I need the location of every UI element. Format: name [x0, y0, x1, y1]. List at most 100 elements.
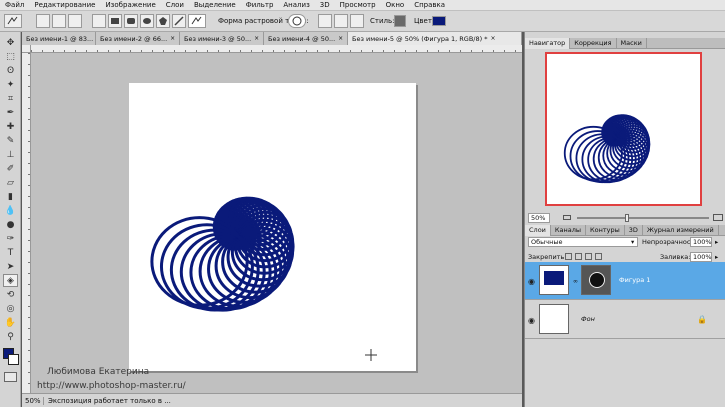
custom-shape-button[interactable]	[188, 14, 206, 28]
opacity-field[interactable]: 100%	[690, 237, 712, 247]
crop-tool[interactable]: ⌗	[3, 92, 18, 105]
tab-channels[interactable]: Каналы	[551, 225, 587, 236]
layer-name[interactable]: Фон	[581, 315, 595, 323]
blur-tool[interactable]: 💧	[3, 204, 18, 217]
zoom-out-icon[interactable]	[563, 215, 571, 220]
path-selection-tool[interactable]: ➤	[3, 260, 18, 273]
tab-paths[interactable]: Контуры	[586, 225, 625, 236]
rectangle-tool-button[interactable]	[108, 14, 122, 28]
pen-tool-button[interactable]	[92, 14, 106, 28]
menu-layers[interactable]: Слои	[161, 0, 189, 11]
ruler-horizontal[interactable]	[31, 45, 522, 53]
combine-intersect-button[interactable]	[350, 14, 364, 28]
layer-name[interactable]: Фигура 1	[619, 276, 650, 284]
brush-tool[interactable]: ✎	[3, 134, 18, 147]
marquee-tool[interactable]: ⬚	[3, 50, 18, 63]
lock-image-icon[interactable]	[575, 253, 582, 260]
tool-preset-picker[interactable]	[4, 14, 22, 28]
healing-tool[interactable]: ✚	[3, 120, 18, 133]
magic-wand-tool[interactable]: ✦	[3, 78, 18, 91]
close-icon[interactable]: ×	[170, 35, 175, 42]
canvas-area[interactable]: Любимова Екатерина http://www.photoshop-…	[31, 53, 522, 393]
stamp-tool[interactable]: ⊥	[3, 148, 18, 161]
custom-shape-tool[interactable]: ◈	[3, 274, 18, 287]
eraser-tool[interactable]: ▱	[3, 176, 18, 189]
3d-camera-tool[interactable]: ◎	[3, 302, 18, 315]
ruler-corner[interactable]	[22, 45, 31, 53]
menu-window[interactable]: Окно	[381, 0, 410, 11]
paths-button[interactable]	[52, 14, 66, 28]
zoom-tool[interactable]: ⚲	[3, 330, 18, 343]
close-icon[interactable]: ×	[254, 35, 259, 42]
zoom-slider-handle[interactable]	[625, 214, 629, 222]
tab-layers[interactable]: Слои	[525, 225, 551, 236]
tab-3d[interactable]: 3D	[625, 225, 643, 236]
link-icon[interactable]: ∞	[573, 278, 578, 285]
status-info[interactable]: Экспозиция работает только в ...	[44, 397, 171, 405]
menu-file[interactable]: Файл	[0, 0, 29, 11]
document-canvas[interactable]	[129, 83, 416, 371]
zoom-slider[interactable]	[577, 217, 709, 219]
dodge-tool[interactable]: ●	[3, 218, 18, 231]
close-icon[interactable]: ×	[338, 35, 343, 42]
tab-document-5[interactable]: Без имени-5 @ 50% (Фигура 1, RGB/8) * ×	[348, 32, 522, 45]
eyedropper-tool[interactable]: ✒	[3, 106, 18, 119]
navigator-preview[interactable]	[545, 52, 702, 206]
menu-view[interactable]: Просмотр	[335, 0, 381, 11]
menu-analysis[interactable]: Анализ	[278, 0, 314, 11]
pen-tool[interactable]: ✑	[3, 232, 18, 245]
ellipse-button[interactable]	[140, 14, 154, 28]
menu-filter[interactable]: Фильтр	[241, 0, 279, 11]
close-icon[interactable]: ×	[490, 35, 495, 42]
layer-row-shape-1[interactable]: ◉ ∞ Фигура 1	[525, 262, 725, 300]
style-swatch[interactable]	[394, 15, 406, 27]
vector-mask-thumbnail[interactable]	[581, 265, 611, 295]
visibility-eye-icon[interactable]: ◉	[528, 316, 537, 325]
tab-measurement-log[interactable]: Журнал измерений	[643, 225, 719, 236]
tab-document-2[interactable]: Без имени-2 @ 66... ×	[96, 32, 180, 45]
layer-row-background[interactable]: ◉ Фон 🔒	[525, 301, 725, 339]
zoom-in-icon[interactable]	[713, 214, 723, 221]
lock-position-icon[interactable]	[585, 253, 592, 260]
fill-pixels-button[interactable]	[68, 14, 82, 28]
navigator-zoom-field[interactable]: 50%	[528, 213, 550, 223]
menu-image[interactable]: Изображение	[100, 0, 160, 11]
move-tool[interactable]: ✥	[3, 36, 18, 49]
visibility-eye-icon[interactable]: ◉	[528, 277, 537, 286]
tab-adjustments[interactable]: Коррекция	[570, 38, 617, 49]
hand-tool[interactable]: ✋	[3, 316, 18, 329]
tab-document-1[interactable]: Без имени-1 @ 83...×	[22, 32, 96, 45]
menu-edit[interactable]: Редактирование	[29, 0, 100, 11]
lock-all-icon[interactable]	[595, 253, 602, 260]
3d-rotate-tool[interactable]: ⟲	[3, 288, 18, 301]
tab-masks[interactable]: Маски	[617, 38, 647, 49]
tab-navigator[interactable]: Навигатор	[525, 38, 571, 49]
spiral-shape[interactable]	[129, 83, 416, 371]
chevron-right-icon[interactable]: ▸	[715, 238, 718, 246]
type-tool[interactable]: T	[3, 246, 18, 259]
background-color[interactable]	[8, 354, 19, 365]
history-brush-tool[interactable]: ✐	[3, 162, 18, 175]
menu-help[interactable]: Справка	[409, 0, 450, 11]
quick-mask-button[interactable]	[4, 372, 17, 382]
shape-picker[interactable]	[288, 14, 306, 28]
color-swatch[interactable]	[432, 16, 446, 26]
fill-field[interactable]: 100%	[690, 252, 712, 262]
zoom-level[interactable]: 50%	[22, 396, 44, 405]
chevron-right-icon[interactable]: ▸	[715, 253, 718, 261]
ruler-vertical[interactable]	[22, 53, 31, 393]
line-button[interactable]	[172, 14, 186, 28]
shape-layers-button[interactable]	[36, 14, 50, 28]
tab-document-4[interactable]: Без имени-4 @ 50... ×	[264, 32, 348, 45]
combine-subtract-button[interactable]	[334, 14, 348, 28]
menu-select[interactable]: Выделение	[189, 0, 241, 11]
lock-transparency-icon[interactable]	[565, 253, 572, 260]
rounded-rect-button[interactable]	[124, 14, 138, 28]
lasso-tool[interactable]: ʘ	[3, 64, 18, 77]
gradient-tool[interactable]: ▮	[3, 190, 18, 203]
menu-3d[interactable]: 3D	[315, 0, 335, 11]
combine-add-button[interactable]	[318, 14, 332, 28]
tab-document-3[interactable]: Без имени-3 @ 50... ×	[180, 32, 264, 45]
polygon-button[interactable]	[156, 14, 170, 28]
blend-mode-select[interactable]: Обычные	[528, 237, 638, 247]
